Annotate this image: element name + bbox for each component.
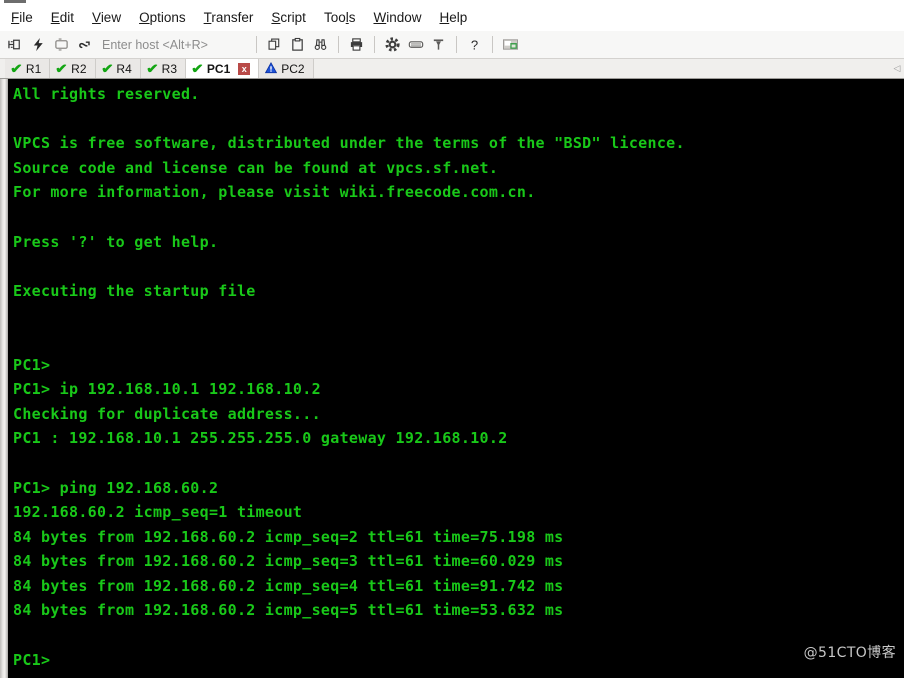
terminal-line: 192.168.60.2 icmp_seq=1 timeout: [13, 503, 303, 522]
reconnect-all-icon[interactable]: [51, 34, 72, 56]
terminal-line: All rights reserved.: [13, 85, 200, 103]
menu-edit[interactable]: Edit: [42, 7, 83, 29]
toolbar-separator: [374, 36, 375, 53]
terminal-line: PC1> ip 192.168.10.1 192.168.10.2: [13, 380, 321, 399]
terminal-line: 84 bytes from 192.168.60.2 icmp_seq=5 tt…: [13, 601, 564, 620]
question-icon[interactable]: ?: [464, 34, 485, 56]
check-icon: ✔: [100, 61, 114, 76]
menu-transfer[interactable]: Transfer: [195, 7, 263, 29]
menu-file[interactable]: File: [2, 7, 42, 29]
gear-icon[interactable]: [382, 34, 403, 56]
terminal-line: Executing the startup file: [13, 281, 256, 300]
terminal-output[interactable]: All rights reserved. VPCS is free softwa…: [9, 79, 904, 678]
tab-pc1[interactable]: ✔ PC1 x: [186, 59, 260, 78]
terminal-line: PC1 : 192.168.10.1 255.255.255.0 gateway…: [13, 429, 508, 448]
terminal-line: Press '?' to get help.: [13, 232, 219, 251]
tab-label: PC1: [206, 61, 231, 76]
terminal-left-rail: [0, 79, 9, 678]
terminal-line: Source code and license can be found at …: [13, 158, 499, 177]
terminal-line: PC1> ping 192.168.60.2: [13, 478, 219, 497]
tab-label: R1: [25, 61, 42, 76]
window-title-nub: [4, 0, 26, 3]
terminal-line: Checking for duplicate address...: [13, 404, 321, 423]
svg-text:?: ?: [471, 37, 478, 52]
tab-pc2[interactable]: PC2: [259, 59, 314, 78]
title-bar: [0, 0, 904, 5]
toolbar-separator: [492, 36, 493, 53]
check-icon: ✔: [145, 61, 159, 76]
check-icon: ✔: [55, 61, 68, 76]
tab-r1[interactable]: ✔ R1: [5, 59, 51, 78]
terminal-line: VPCS is free software, distributed under…: [13, 134, 685, 153]
check-icon: ✔: [191, 61, 204, 76]
tab-bar-spacer: [313, 59, 890, 78]
tab-label: R4: [116, 61, 132, 76]
print-icon[interactable]: [346, 34, 367, 56]
terminal-line: 84 bytes from 192.168.60.2 icmp_seq=3 tt…: [13, 552, 564, 571]
tab-r3[interactable]: ✔ R3: [140, 59, 186, 78]
session-tab-bar: ✔ R1 ✔ R2 ✔ R4 ✔ R3 ✔ PC1 x PC2 ◁: [0, 59, 904, 79]
tab-r2[interactable]: ✔ R2: [50, 59, 96, 78]
terminal-container: All rights reserved. VPCS is free softwa…: [0, 79, 904, 678]
menu-bar: File Edit View Options Transfer Script Tools Wi…: [0, 5, 904, 31]
menu-view[interactable]: View: [83, 7, 130, 29]
keyboard-icon[interactable]: [405, 34, 426, 56]
toolbar-separator: [256, 36, 257, 53]
toolbar-separator: [338, 36, 339, 53]
copy-icon[interactable]: [264, 34, 285, 56]
disconnect-icon[interactable]: [74, 34, 95, 56]
terminal-line: 84 bytes from 192.168.60.2 icmp_seq=4 tt…: [13, 576, 564, 595]
tab-label: R3: [161, 61, 177, 76]
tab-label: R2: [71, 61, 87, 76]
host-input[interactable]: [102, 37, 250, 52]
terminal-line: PC1>: [13, 355, 51, 374]
toolbar-separator: [456, 36, 457, 53]
menu-script[interactable]: Script: [262, 7, 315, 29]
tab-label: PC2: [281, 61, 305, 76]
binoculars-icon[interactable]: [310, 34, 331, 56]
paste-icon[interactable]: [287, 34, 308, 56]
tab-scroll-left-icon[interactable]: ◁: [890, 59, 904, 78]
warning-icon: [265, 61, 278, 76]
terminal-line: PC1>: [13, 650, 51, 669]
connect-icon[interactable]: [5, 34, 26, 56]
menu-options[interactable]: Options: [130, 7, 195, 29]
toolbar: ?: [0, 31, 904, 59]
menu-help[interactable]: Help: [431, 7, 477, 29]
menu-window[interactable]: Window: [364, 7, 430, 29]
terminal-line: 84 bytes from 192.168.60.2 icmp_seq=2 tt…: [13, 527, 564, 546]
application-window: File Edit View Options Transfer Script Tools Wi…: [0, 0, 904, 678]
filter-icon[interactable]: [428, 34, 449, 56]
close-icon[interactable]: x: [238, 62, 251, 75]
tab-r4[interactable]: ✔ R4: [95, 59, 141, 78]
check-icon: ✔: [10, 61, 23, 76]
about-icon[interactable]: [500, 34, 521, 56]
lightning-icon[interactable]: [28, 34, 49, 56]
menu-tools[interactable]: Tools: [315, 7, 365, 29]
terminal-line: For more information, please visit wiki.…: [13, 183, 536, 202]
